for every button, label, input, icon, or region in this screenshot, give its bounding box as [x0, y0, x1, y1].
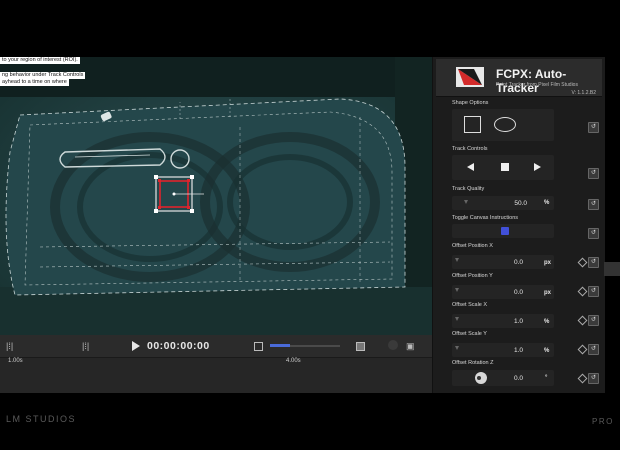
offset-position-x-keyframe-icon[interactable]: [577, 257, 588, 268]
shape-options-reset-button[interactable]: ↺: [588, 122, 599, 133]
pixel-film-logo-icon: [456, 67, 484, 87]
offset-scale-x-label: Offset Scale X: [452, 302, 488, 308]
shape-options-label: Shape Options: [452, 100, 489, 106]
plugin-banner: FCPX: Auto-Tracker Point Tracker from Pi…: [436, 59, 602, 97]
ruler-label-1: 1.00s: [8, 358, 23, 364]
clip-view-icon[interactable]: [254, 342, 263, 351]
toggle-canvas-reset-button[interactable]: ↺: [588, 228, 599, 239]
offset-scale-x-unit: %: [544, 319, 550, 325]
offset-position-x-label: Offset Position X: [452, 243, 493, 249]
offset-position-y-value[interactable]: 0.0: [511, 289, 523, 296]
offset-scale-x-keyframe-icon[interactable]: [577, 315, 588, 326]
range-start-icon[interactable]: |⁞|: [6, 341, 13, 351]
offset-scale-x-reset-button[interactable]: ↺: [588, 315, 599, 326]
square-shape-button[interactable]: [464, 116, 481, 133]
track-forward-button[interactable]: [534, 163, 541, 171]
offset-position-x-unit: px: [544, 260, 552, 266]
offset-scale-x-value[interactable]: 1.0: [511, 318, 523, 325]
offset-position-y-keyframe-icon[interactable]: [577, 286, 588, 297]
aerial-lot-image: [0, 57, 432, 335]
rotation-dial[interactable]: [475, 372, 487, 384]
track-controls-well: [452, 155, 554, 180]
offset-position-y-label: Offset Position Y: [452, 273, 493, 279]
time-ruler[interactable]: 1.00s 4.00s: [0, 357, 432, 369]
offset-scale-y-label: Offset Scale Y: [452, 331, 487, 337]
offset-position-x-reset-button[interactable]: ↺: [588, 257, 599, 268]
video-output-icon[interactable]: ▣: [406, 341, 415, 352]
audio-icon[interactable]: [388, 340, 398, 350]
track-quality-reset-button[interactable]: ↺: [588, 199, 599, 210]
transport-bar: |⁞| |⁞| 00:00:00:00 ▣ 1.00s 4.00s: [0, 335, 432, 393]
timecode-display: 00:00:00:00: [147, 340, 210, 352]
video-viewer[interactable]: to your region of interest (ROI). ng beh…: [0, 57, 432, 335]
offset-rotation-z-unit: °: [545, 375, 548, 381]
offset-position-y-knob[interactable]: [455, 288, 459, 292]
track-quality-label: Track Quality: [452, 186, 485, 192]
watermark-right: PRO: [592, 417, 614, 426]
range-end-icon[interactable]: |⁞|: [82, 341, 89, 351]
plugin-version: V: 1.1.2.B2: [571, 90, 596, 96]
watermark-left: LM STUDIOS: [6, 414, 77, 424]
instruction-line-3: ayhead to a time on where: [0, 79, 69, 86]
offset-position-x-value[interactable]: 0.0: [511, 259, 523, 266]
track-quality-value[interactable]: 50.0: [513, 200, 527, 207]
toggle-canvas-checkbox[interactable]: [501, 227, 509, 235]
offset-scale-y-slider[interactable]: [452, 343, 554, 357]
track-stop-button[interactable]: [501, 163, 509, 171]
offset-scale-y-knob[interactable]: [455, 346, 459, 350]
plugin-subtitle: Point Tracker from Pixel Film Studios: [496, 82, 578, 88]
offscreen-panel-edge: [604, 262, 620, 276]
offset-scale-y-value[interactable]: 1.0: [511, 347, 523, 354]
offset-rotation-z-label: Offset Rotation Z: [452, 360, 494, 366]
fullscreen-icon[interactable]: [356, 342, 365, 351]
offset-scale-y-unit: %: [544, 348, 550, 354]
offset-scale-y-keyframe-icon[interactable]: [577, 344, 588, 355]
offset-rotation-z-well: [452, 370, 554, 386]
offset-position-x-knob[interactable]: [455, 258, 459, 262]
ruler-label-2: 4.00s: [286, 358, 301, 364]
offset-rotation-z-keyframe-icon[interactable]: [577, 373, 588, 384]
track-controls-label: Track Controls: [452, 146, 488, 152]
offset-scale-x-slider[interactable]: [452, 314, 554, 328]
canvas-instructions: to your region of interest (ROI). ng beh…: [0, 57, 86, 86]
track-quality-knob[interactable]: [464, 200, 468, 204]
offset-position-y-reset-button[interactable]: ↺: [588, 286, 599, 297]
offset-position-y-unit: px: [544, 290, 552, 296]
offset-rotation-z-reset-button[interactable]: ↺: [588, 373, 599, 384]
instruction-line-1: to your region of interest (ROI).: [0, 57, 80, 64]
offset-scale-y-reset-button[interactable]: ↺: [588, 344, 599, 355]
track-quality-unit: %: [544, 200, 550, 206]
offset-scale-x-knob[interactable]: [455, 317, 459, 321]
shape-options-well: [452, 109, 554, 141]
track-controls-reset-button[interactable]: ↺: [588, 168, 599, 179]
track-backward-button[interactable]: [467, 163, 474, 171]
ellipse-shape-button[interactable]: [494, 117, 516, 132]
playback-controls: |⁞| |⁞| 00:00:00:00 ▣: [0, 335, 432, 358]
play-button[interactable]: [132, 341, 140, 351]
zoom-slider-fill: [270, 344, 290, 347]
offset-position-y-slider[interactable]: [452, 285, 554, 299]
offset-rotation-z-value[interactable]: 0.0: [511, 375, 523, 382]
inspector-panel: FCPX: Auto-Tracker Point Tracker from Pi…: [432, 57, 605, 393]
instruction-line-2: ng behavior under Track Controls: [0, 72, 86, 79]
offset-position-x-slider[interactable]: [452, 255, 554, 269]
toggle-canvas-label: Toggle Canvas Instructions: [452, 215, 519, 221]
